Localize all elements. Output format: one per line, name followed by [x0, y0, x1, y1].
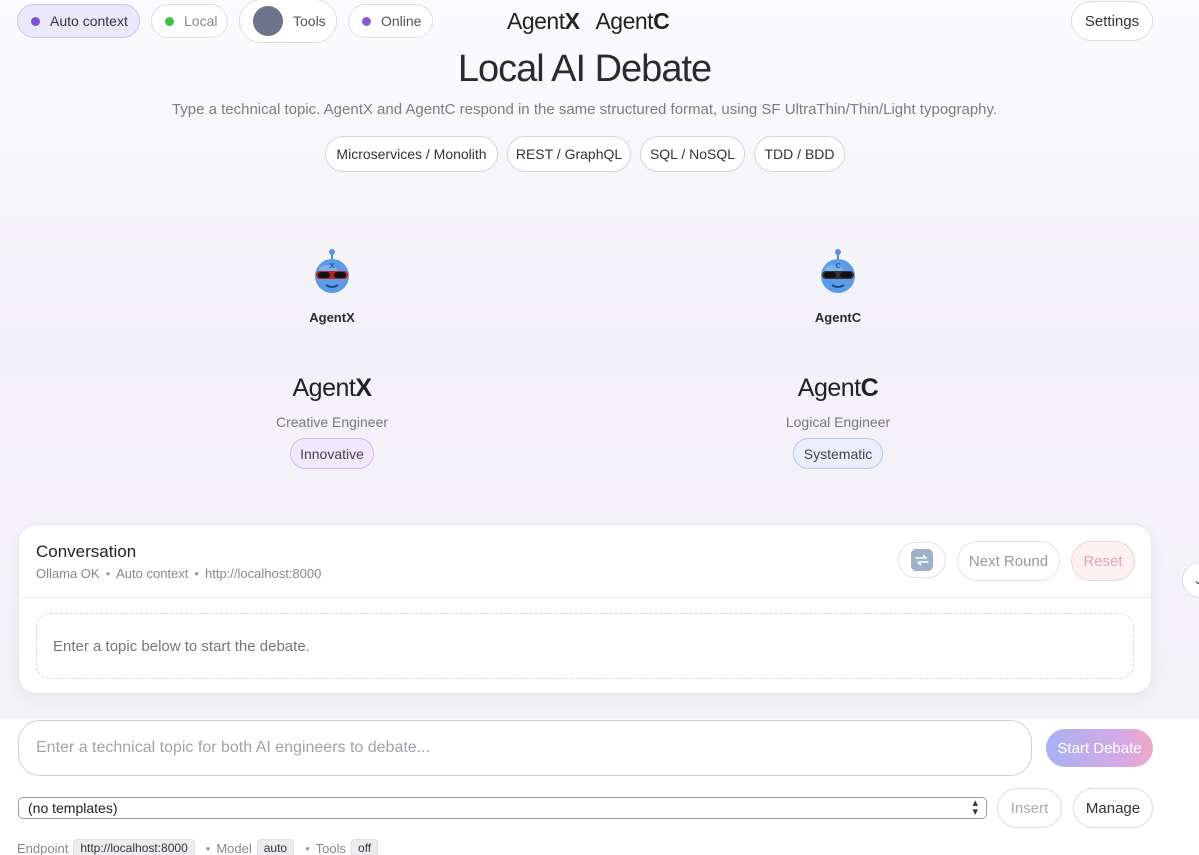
agentc-name-suffix: C [860, 374, 879, 402]
topic-chip-rest-graphql[interactable]: REST / GraphQL [507, 136, 631, 172]
context-mode: Auto context [116, 566, 189, 581]
topic-chip-label: TDD / BDD [764, 146, 835, 162]
model-value: auto [256, 839, 295, 855]
agentc-robot-avatar-icon: C [806, 248, 870, 312]
endpoint-value: http://localhost:8000 [73, 839, 195, 855]
svg-text:X: X [329, 262, 335, 270]
tools-footer-value: off [351, 839, 379, 855]
agentx-avatar-caption: AgentX [309, 310, 355, 325]
agentc-name: AgentC [738, 374, 938, 403]
tools-switch-knob-icon [253, 6, 283, 36]
topic-chip-microservices[interactable]: Microservices / Monolith [325, 136, 498, 172]
brand-logo: AgentX AgentC [507, 8, 670, 35]
next-round-label: Next Round [968, 552, 1049, 570]
local-label: Local [184, 13, 218, 29]
agentx-robot-avatar-icon: X [300, 248, 364, 312]
topic-chip-label: REST / GraphQL [515, 146, 623, 162]
agentx-card: X AgentX [232, 248, 432, 325]
brand-agentx-suffix: X [564, 8, 580, 34]
online-dot-icon [362, 16, 371, 26]
side-panel-toggle[interactable]: ⌄ [1182, 562, 1199, 598]
manage-templates-button[interactable]: Manage [1073, 788, 1153, 828]
swap-agents-button[interactable] [898, 542, 946, 578]
reset-label: Reset [1083, 552, 1123, 570]
page-title: Local AI Debate [457, 48, 712, 90]
auto-context-label: Auto context [50, 13, 128, 29]
brand-agentc-suffix: C [653, 8, 670, 34]
reset-button[interactable]: Reset [1071, 541, 1135, 581]
tools-label: Tools [293, 13, 326, 29]
conversation-divider [19, 597, 1151, 598]
brand-agentc-prefix: Agent [595, 8, 654, 34]
select-arrows-icon: ▴ ▾ [972, 797, 978, 818]
online-label: Online [381, 13, 422, 29]
template-select-value: (no templates) [28, 800, 118, 816]
model-label: Model [216, 840, 252, 855]
composer-area: Start Debate (no templates) ▴▾ Insert Ma… [0, 717, 1199, 855]
tools-toggle[interactable]: Tools [239, 0, 337, 43]
agentx-trait-badge: Innovative [290, 438, 374, 469]
top-bar: Auto context Local Tools Online AgentX Ag… [0, 0, 1199, 44]
local-dot-icon [165, 16, 174, 26]
auto-context-dot-icon [31, 16, 40, 26]
brand-agentx-prefix: Agent [507, 8, 565, 34]
auto-context-toggle[interactable]: Auto context [17, 4, 140, 38]
topic-chip-label: Microservices / Monolith [336, 146, 487, 162]
settings-button[interactable]: Settings [1071, 1, 1153, 41]
agentc-trait-badge: Systematic [793, 438, 883, 469]
agentx-name: AgentX [232, 374, 432, 403]
local-toggle[interactable]: Local [151, 4, 228, 38]
conversation-status-line: Ollama OK • Auto context • http://localhost:… [36, 566, 322, 581]
agentc-role: Logical Engineer [785, 414, 891, 430]
start-debate-label: Start Debate [1057, 739, 1142, 757]
agentc-card: C AgentC [738, 248, 938, 325]
topic-input[interactable] [18, 720, 1032, 776]
agentx-name-suffix: X [355, 374, 372, 402]
conversation-panel: Conversation Ollama OK • Auto context • http… [18, 524, 1152, 694]
online-toggle[interactable]: Online [348, 4, 433, 38]
manage-label: Manage [1085, 799, 1141, 817]
start-debate-button[interactable]: Start Debate [1046, 729, 1153, 767]
settings-label: Settings [1084, 12, 1140, 30]
topic-chip-sql-nosql[interactable]: SQL / NoSQL [640, 136, 745, 172]
conversation-title: Conversation [36, 542, 137, 561]
insert-template-button[interactable]: Insert [997, 788, 1062, 828]
agentc-avatar-caption: AgentC [814, 310, 862, 325]
topic-chip-tdd-bdd[interactable]: TDD / BDD [754, 136, 845, 172]
next-round-button[interactable]: Next Round [957, 541, 1060, 581]
agentx-name-prefix: Agent [292, 374, 356, 402]
ollama-status: Ollama OK [36, 566, 100, 581]
page-subtitle: Type a technical topic. AgentX and Agent… [171, 101, 998, 118]
agentc-trait-label: Systematic [803, 445, 873, 462]
endpoint-label: Endpoint [17, 840, 69, 855]
agentc-name-prefix: Agent [797, 374, 861, 402]
template-select[interactable]: (no templates) ▴ ▾ [18, 797, 987, 819]
status-footer: Endpoint http://localhost:8000 • Model a… [17, 839, 383, 855]
conversation-endpoint: http://localhost:8000 [204, 566, 322, 581]
agentx-trait-label: Innovative [300, 445, 364, 462]
agentx-role: Creative Engineer [275, 414, 389, 430]
swap-arrows-icon [911, 549, 933, 571]
svg-text:C: C [835, 262, 840, 270]
tools-footer-label: Tools [315, 840, 347, 855]
conversation-empty-state: Enter a topic below to start the debate. [36, 613, 1134, 679]
insert-label: Insert [1010, 799, 1049, 817]
chevron-down-icon: ⌄ [1193, 573, 1199, 587]
topic-chip-label: SQL / NoSQL [649, 146, 736, 162]
